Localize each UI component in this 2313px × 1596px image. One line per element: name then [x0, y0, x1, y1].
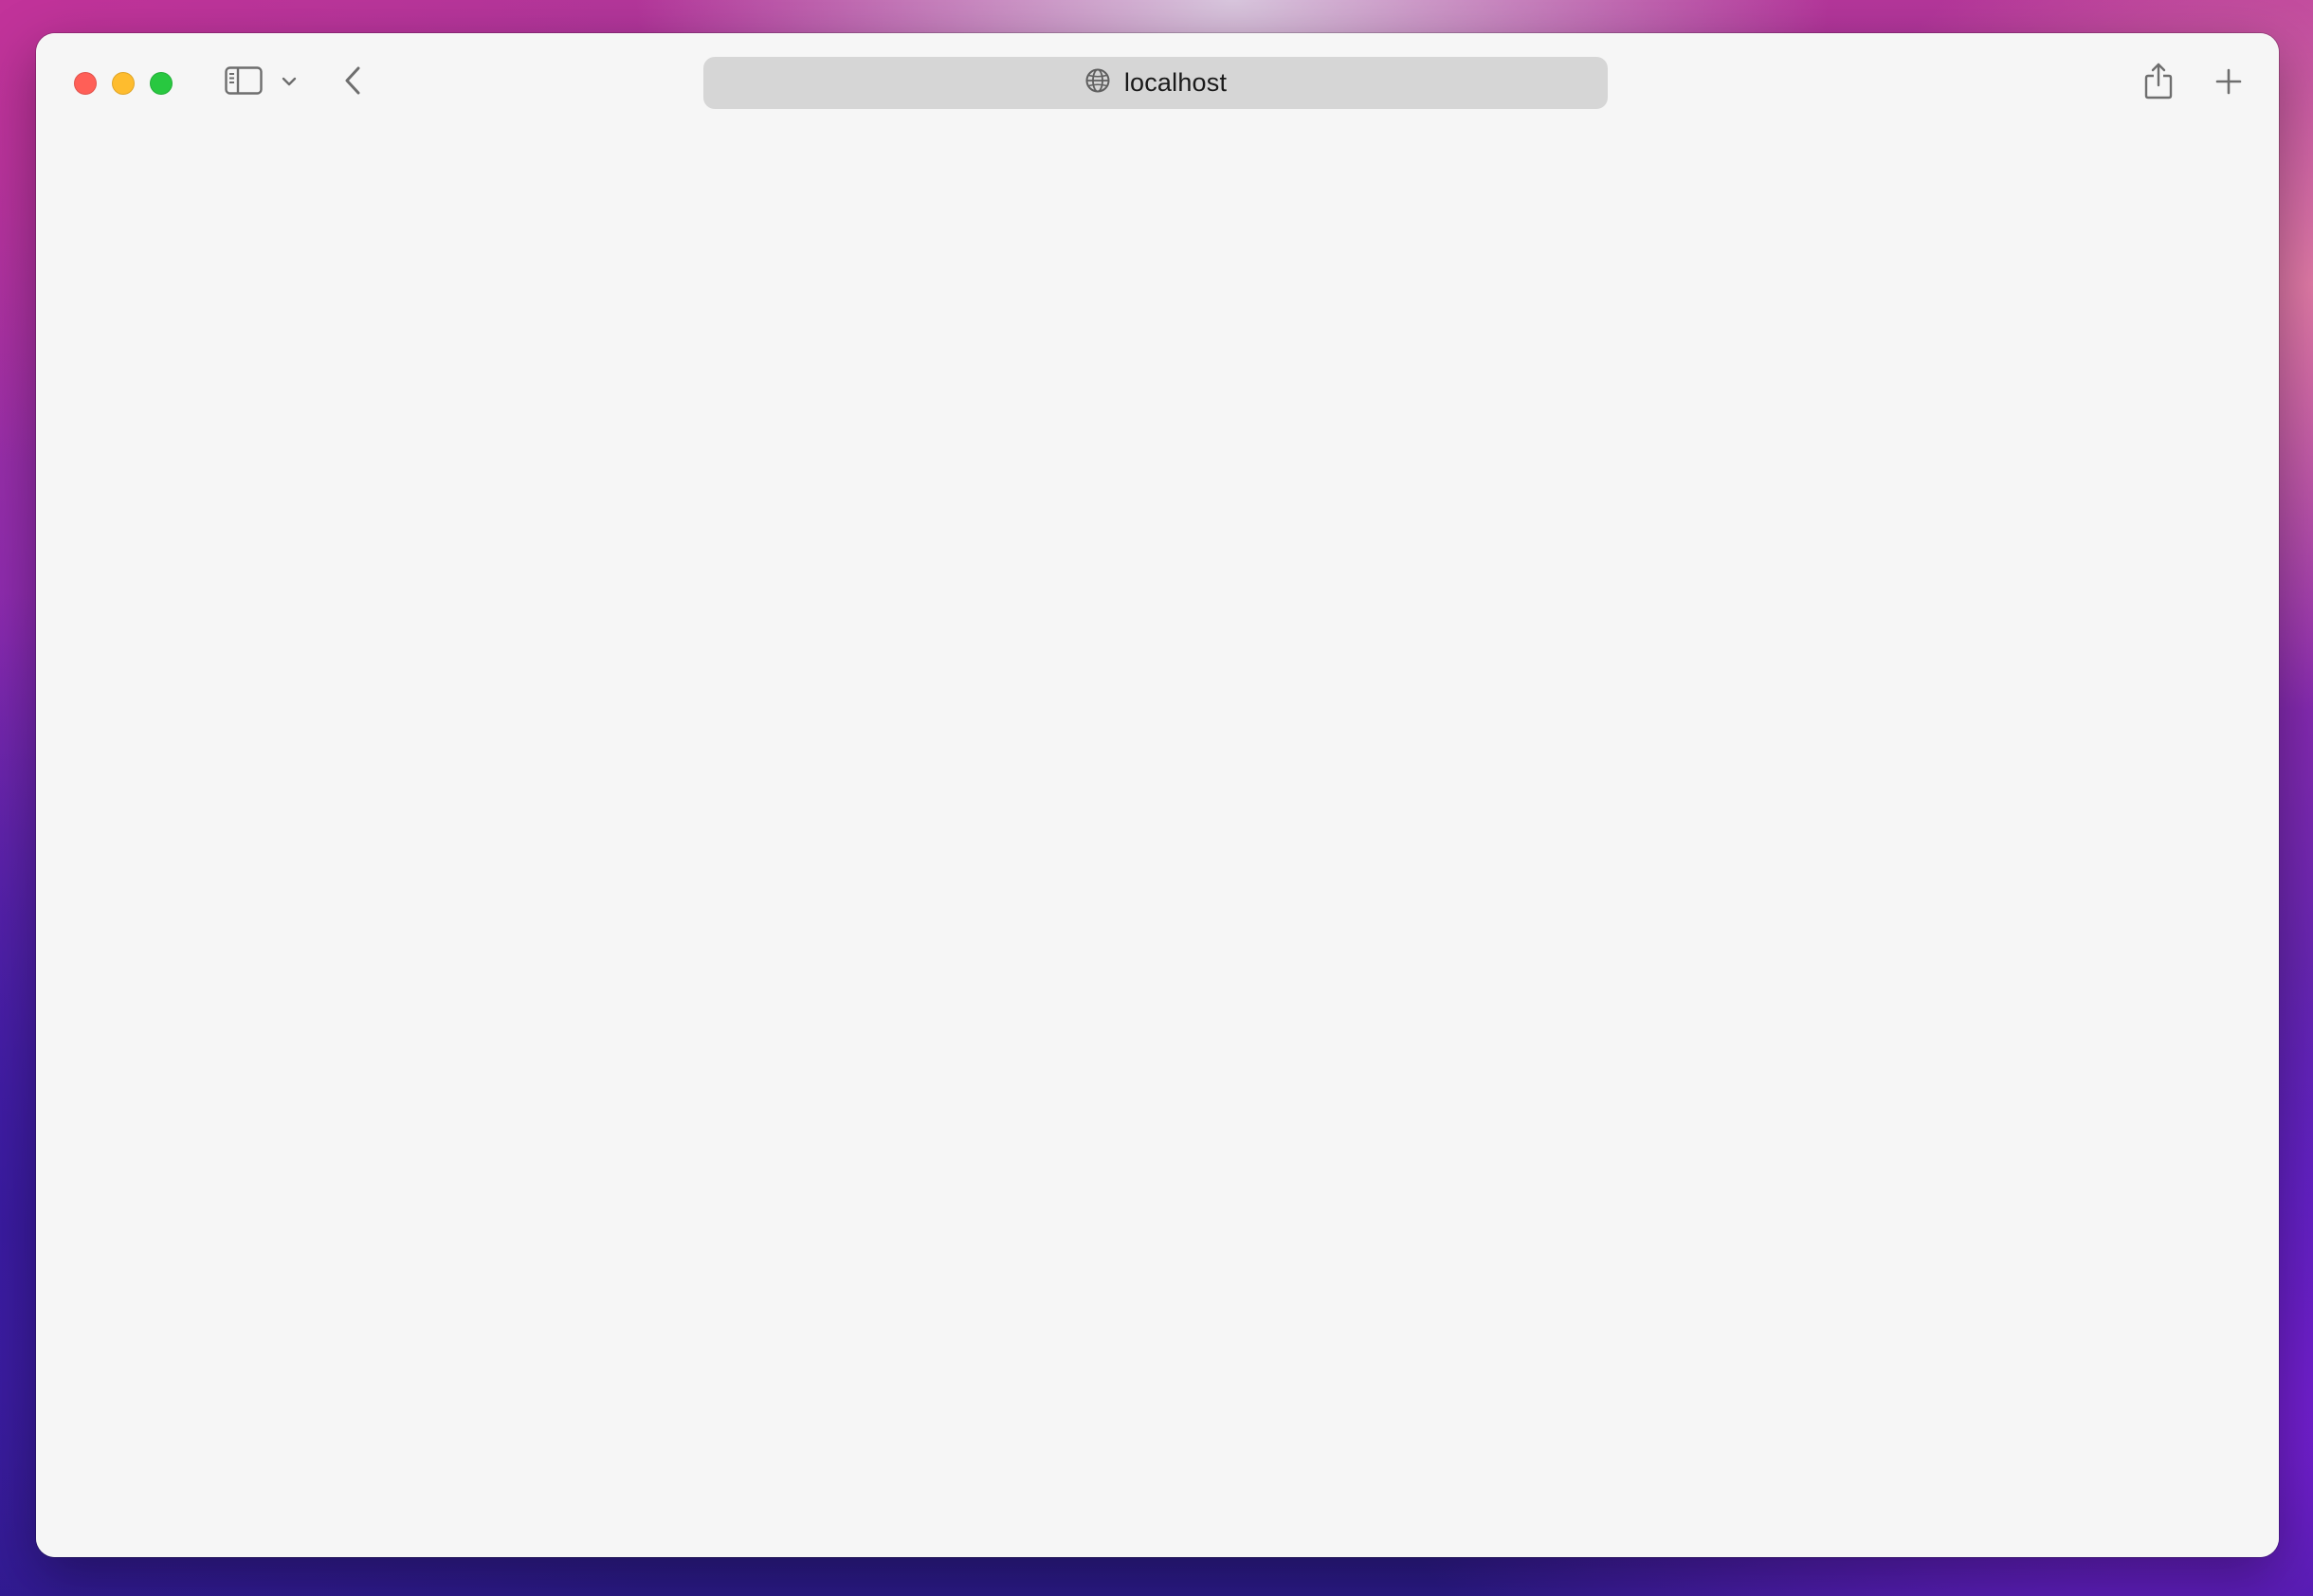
- plus-icon: [2214, 67, 2243, 100]
- sidebar-icon: [225, 65, 263, 100]
- address-url-text: localhost: [1123, 68, 1228, 97]
- zoom-window-button[interactable]: [150, 72, 173, 95]
- new-tab-button[interactable]: [2205, 60, 2252, 107]
- web-page-content[interactable]: [36, 132, 2279, 1557]
- tab-group-menu-button[interactable]: [275, 67, 303, 98]
- address-bar[interactable]: localhost: [703, 57, 1608, 109]
- minimize-window-button[interactable]: [112, 72, 135, 95]
- close-window-button[interactable]: [74, 72, 97, 95]
- back-button[interactable]: [332, 60, 373, 105]
- browser-toolbar: localhost: [36, 33, 2279, 132]
- share-icon: [2142, 61, 2175, 105]
- browser-window: localhost: [36, 33, 2279, 1557]
- chevron-left-icon: [343, 65, 362, 100]
- show-sidebar-button[interactable]: [220, 62, 267, 103]
- chevron-down-icon: [282, 74, 297, 91]
- globe-icon: [1084, 67, 1111, 99]
- desktop-wallpaper: localhost: [0, 0, 2313, 1596]
- share-button[interactable]: [2135, 56, 2182, 109]
